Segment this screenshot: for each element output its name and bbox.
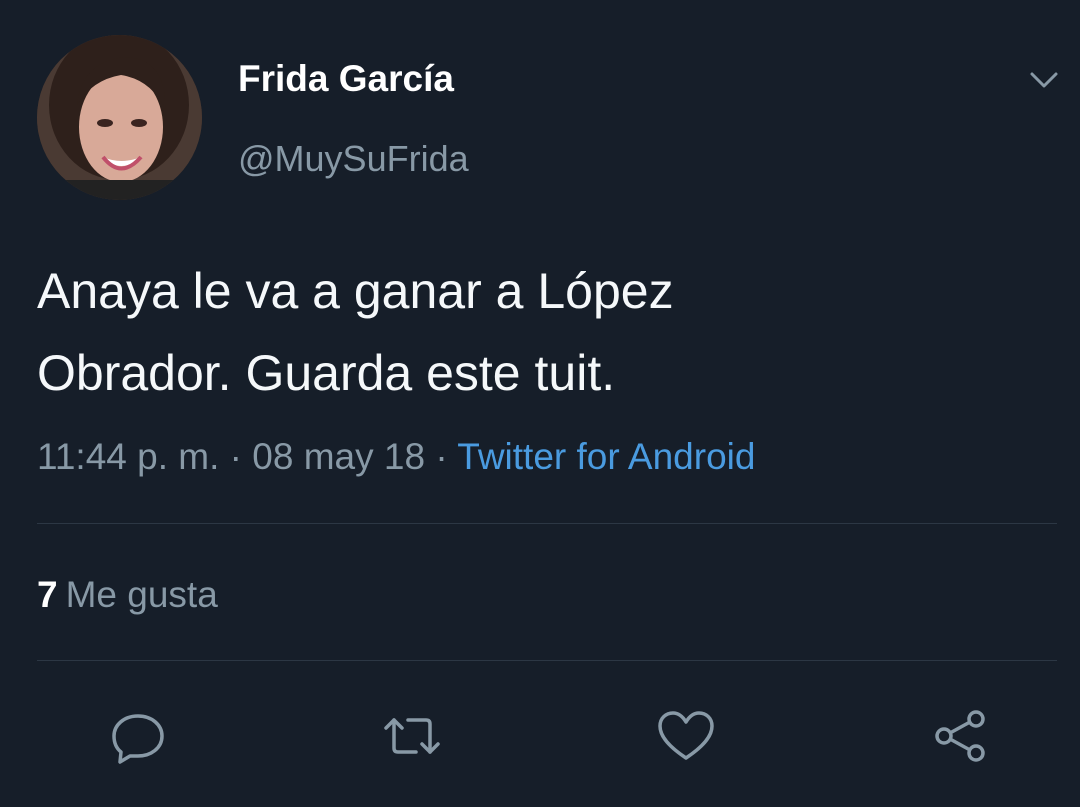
user-handle[interactable]: @MuySuFrida xyxy=(238,138,469,180)
share-icon xyxy=(935,710,985,762)
like-button[interactable] xyxy=(654,706,718,766)
divider xyxy=(37,523,1057,524)
tweet-text-line: Obrador. Guarda este tuit. xyxy=(37,345,616,401)
tweet-text: Anaya le va a ganar a López Obrador. Gua… xyxy=(37,250,1037,414)
likes-stat[interactable]: 7 Me gusta xyxy=(37,574,218,616)
tweet-meta: 11:44 p. m. · 08 may 18 · Twitter for An… xyxy=(37,436,755,478)
share-button[interactable] xyxy=(928,706,992,766)
avatar[interactable] xyxy=(37,35,202,200)
chevron-down-icon[interactable] xyxy=(1024,64,1064,96)
retweet-icon xyxy=(384,718,440,754)
heart-icon xyxy=(658,711,714,760)
reply-icon xyxy=(112,714,164,764)
divider xyxy=(37,660,1057,661)
meta-separator: · xyxy=(219,436,253,477)
likes-count: 7 xyxy=(37,574,58,615)
meta-separator: · xyxy=(425,436,458,477)
tweet-card: Frida García @MuySuFrida Anaya le va a g… xyxy=(0,0,1080,807)
retweet-button[interactable] xyxy=(380,706,444,766)
tweet-time[interactable]: 11:44 p. m. xyxy=(37,436,219,477)
tweet-date[interactable]: 08 may 18 xyxy=(252,436,425,477)
reply-button[interactable] xyxy=(106,706,170,766)
tweet-text-line: Anaya le va a ganar a López xyxy=(37,263,674,319)
avatar-image xyxy=(37,35,202,200)
likes-label: Me gusta xyxy=(65,574,218,615)
display-name[interactable]: Frida García xyxy=(238,58,454,100)
tweet-source-link[interactable]: Twitter for Android xyxy=(457,436,755,477)
